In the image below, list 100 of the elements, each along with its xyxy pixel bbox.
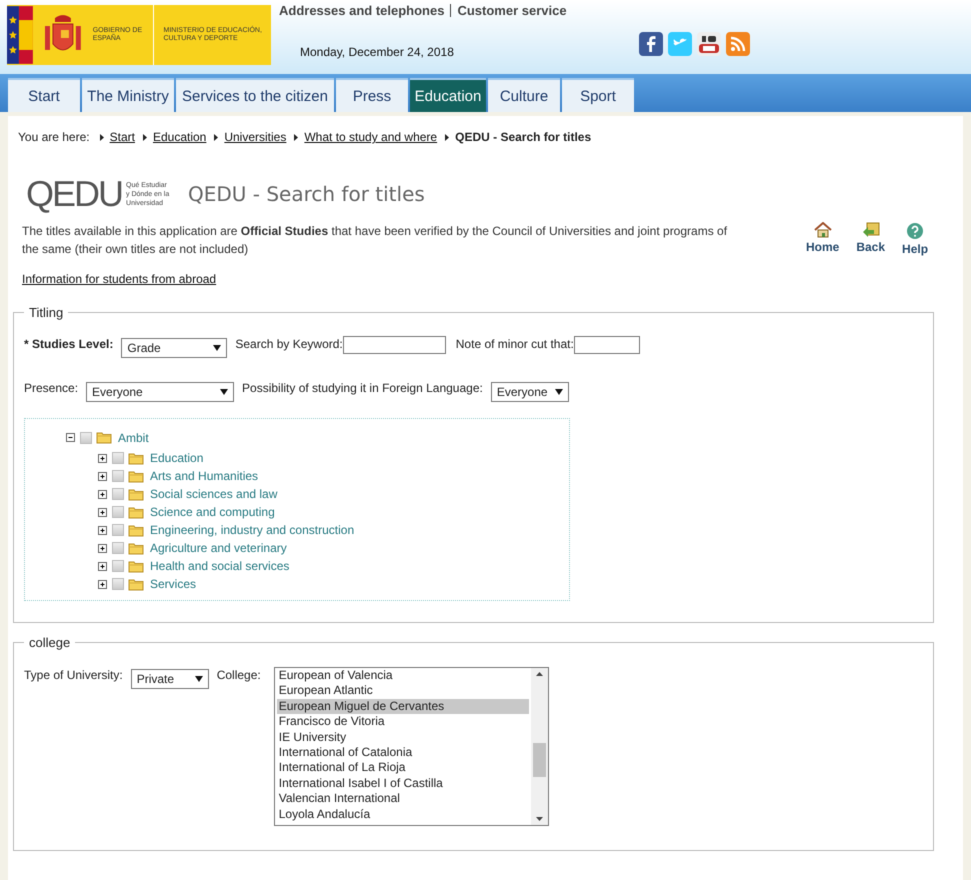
list-option[interactable]: International Isabel I of Castilla xyxy=(276,776,529,792)
fieldset-legend: Titling xyxy=(24,305,68,320)
scroll-thumb[interactable] xyxy=(532,742,546,778)
tree-item[interactable]: Engineering, industry and construction xyxy=(150,523,354,537)
minor-cut-input[interactable] xyxy=(574,336,640,354)
triangle-icon xyxy=(294,134,298,140)
dropdown-caret-icon xyxy=(194,676,203,682)
breadcrumb-link[interactable]: Education xyxy=(152,130,206,144)
breadcrumb-current: QEDU - Search for titles xyxy=(455,130,592,144)
tree-toggle[interactable] xyxy=(97,470,108,482)
page-title: QEDU - Search for titles xyxy=(188,182,425,206)
keyword-input[interactable] xyxy=(342,336,446,354)
field-label: * Studies Level: xyxy=(24,336,114,351)
tree-item[interactable]: Social sciences and law xyxy=(150,487,278,501)
field-label: College: xyxy=(216,667,261,682)
list-option[interactable]: European Atlantic xyxy=(276,683,529,699)
nav-tab[interactable]: Culture xyxy=(488,78,560,112)
nav-tab[interactable]: The Ministry xyxy=(82,78,174,112)
list-option[interactable]: International of Catalonia xyxy=(276,744,529,760)
folder-icon xyxy=(128,488,144,500)
tree-toggle[interactable] xyxy=(97,452,108,464)
nav-tab[interactable]: Services to the citizen xyxy=(176,78,334,112)
back-arrow-icon xyxy=(862,222,880,238)
header-link[interactable]: Addresses and telephones xyxy=(279,3,444,18)
tree-toggle[interactable] xyxy=(97,488,108,500)
header-link[interactable]: Customer service xyxy=(457,3,567,18)
tree-checkbox[interactable] xyxy=(112,488,124,500)
triangle-icon xyxy=(100,134,104,140)
studies-level-select[interactable]: Grade xyxy=(121,338,228,358)
tree-item[interactable]: Arts and Humanities xyxy=(150,469,258,483)
field-label: Presence: xyxy=(24,380,78,395)
folder-icon xyxy=(128,578,144,590)
field-label: Possibility of studying it in Foreign Language: xyxy=(242,380,483,395)
folder-icon xyxy=(128,506,144,518)
list-option[interactable]: Loyola Andalucía xyxy=(276,806,529,822)
dropdown-caret-icon xyxy=(554,389,563,395)
breadcrumb-link[interactable]: What to study and where xyxy=(304,130,438,144)
folder-icon xyxy=(128,542,144,554)
tree-item[interactable]: Services xyxy=(150,577,196,591)
tree-checkbox[interactable] xyxy=(112,578,124,590)
triangle-icon xyxy=(214,134,218,140)
folder-icon xyxy=(128,560,144,572)
tree-checkbox[interactable] xyxy=(112,560,124,572)
folder-icon xyxy=(128,470,144,482)
tree-toggle[interactable] xyxy=(97,542,108,554)
list-option[interactable]: Valencian International xyxy=(276,791,529,807)
toolbar-link[interactable]: Help xyxy=(902,222,928,258)
triangle-icon xyxy=(445,134,450,140)
tree-checkbox[interactable] xyxy=(80,432,92,444)
logo-name: QEDU xyxy=(26,174,122,214)
scrollbar[interactable] xyxy=(530,668,548,825)
list-option[interactable]: IE University xyxy=(276,730,529,745)
tree-toggle[interactable] xyxy=(97,560,108,572)
tree-checkbox[interactable] xyxy=(112,452,124,464)
tree-item[interactable]: Agriculture and veterinary xyxy=(150,541,287,555)
list-option[interactable]: International of La Rioja xyxy=(276,760,529,776)
list-option[interactable]: European of Valencia xyxy=(276,668,529,684)
info-link[interactable]: Information for students from abroad xyxy=(22,272,216,286)
folder-icon xyxy=(128,452,144,464)
tree-item[interactable]: Science and computing xyxy=(150,505,275,519)
tree-toggle[interactable] xyxy=(97,506,108,518)
nav-tab[interactable]: Education xyxy=(410,78,486,112)
help-icon xyxy=(906,222,924,240)
house-icon xyxy=(814,222,832,238)
breadcrumb-link[interactable]: Start xyxy=(110,130,135,144)
triangle-icon xyxy=(142,134,147,140)
nav-tab[interactable]: Sport xyxy=(562,78,634,112)
tree-checkbox[interactable] xyxy=(112,524,124,536)
description-text: The titles available in this application are Official Studies that have been verified by the Council of Universities and joint programs of the same (their own titles are not included) xyxy=(22,223,728,258)
date-text: Monday, December 24, 2018 xyxy=(300,45,455,59)
breadcrumb-link[interactable]: Universities xyxy=(224,130,286,144)
tree-checkbox[interactable] xyxy=(112,542,124,554)
breadcrumb-label: You are here: xyxy=(18,130,90,144)
flag-icon xyxy=(7,6,33,64)
tree-checkbox[interactable] xyxy=(112,470,124,482)
tree-toggle[interactable] xyxy=(97,578,108,590)
tree-item[interactable]: Health and social services xyxy=(150,559,290,573)
facebook-icon[interactable] xyxy=(638,32,663,56)
toolbar-link[interactable]: Back xyxy=(856,222,886,258)
tree-toggle[interactable] xyxy=(65,432,76,443)
list-option[interactable]: Francisco de Vitoria xyxy=(276,714,529,730)
rss-icon[interactable] xyxy=(726,32,750,56)
nav-tab[interactable]: Press xyxy=(336,78,408,112)
presence-select[interactable]: Everyone xyxy=(86,382,234,402)
folder-icon xyxy=(128,524,144,536)
dropdown-caret-icon xyxy=(220,389,228,395)
university-type-select[interactable]: Private xyxy=(130,669,209,689)
tree-item[interactable]: Ambit xyxy=(118,430,149,444)
fieldset-legend: college xyxy=(24,635,76,650)
tree-item[interactable]: Education xyxy=(150,451,204,465)
field-label: Note of minor cut that: xyxy=(456,336,574,351)
folder-icon xyxy=(96,431,112,444)
tree-toggle[interactable] xyxy=(97,524,108,536)
tree-checkbox[interactable] xyxy=(112,506,124,518)
field-label: Type of University: xyxy=(24,667,123,682)
language-select[interactable]: Everyone xyxy=(490,382,569,402)
toolbar-link[interactable]: Home xyxy=(806,222,840,258)
field-label: Search by Keyword: xyxy=(235,336,343,351)
list-option[interactable]: European Miguel de Cervantes xyxy=(276,698,529,714)
nav-tab[interactable]: Start xyxy=(8,78,80,112)
